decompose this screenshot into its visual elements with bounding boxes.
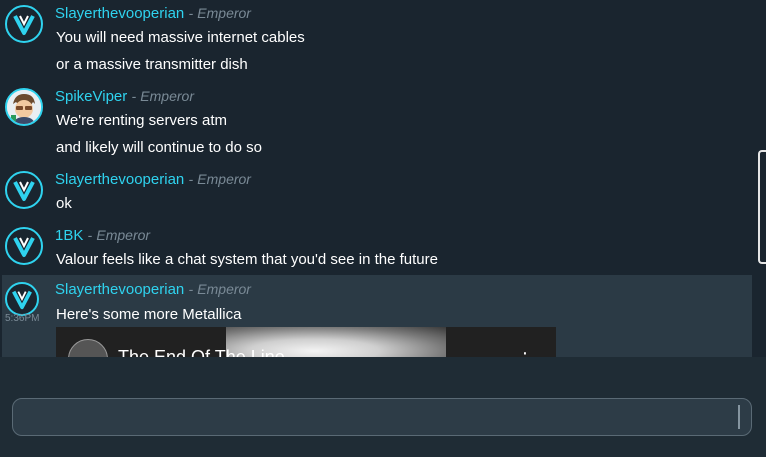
author-name[interactable]: 1BK [55,227,83,244]
message-header: Slayerthevooperian - Emperor [55,5,251,22]
valour-logo-icon[interactable] [5,5,43,43]
message-list: Slayerthevooperian - Emperor You will ne… [0,0,752,357]
author-name[interactable]: Slayerthevooperian [55,5,184,22]
youtube-embed[interactable]: The End Of The Line ⋮ [56,327,556,357]
valour-logo-icon[interactable] [5,171,43,209]
message-group: Slayerthevooperian - Emperor ok [0,166,752,220]
author-role: Emperor [197,171,251,187]
message-timestamp: 5:36PM [5,313,40,324]
message-text: and likely will continue to do so [56,139,262,156]
more-vertical-icon[interactable]: ⋮ [516,349,534,357]
side-panel-tab[interactable] [758,150,766,264]
message-composer [0,357,766,457]
spikeviper-avatar[interactable] [5,88,43,126]
author-role: Emperor [197,281,251,297]
author-name[interactable]: Slayerthevooperian [55,281,184,298]
role-separator: - [87,227,93,243]
message-group: Slayerthevooperian - Emperor You will ne… [0,0,752,80]
role-separator: - [188,171,194,187]
message-group: SpikeViper - Emperor We're renting serve… [0,83,752,163]
message-header: Slayerthevooperian - Emperor [55,171,251,188]
role-separator: - [131,88,137,104]
author-name[interactable]: Slayerthevooperian [55,171,184,188]
message-text: ok [56,195,72,212]
message-group: 1BK - Emperor Valour feels like a chat s… [0,222,752,276]
message-header: SpikeViper - Emperor [55,88,194,105]
message-text: We're renting servers atm [56,112,227,129]
message-text: You will need massive internet cables [56,29,305,46]
video-title[interactable]: The End Of The Line [118,347,285,357]
message-input[interactable] [12,398,752,436]
author-role: Emperor [140,88,194,104]
valour-logo-icon[interactable] [5,227,43,265]
role-separator: - [188,281,194,297]
author-role: Emperor [197,5,251,21]
message-text: or a massive transmitter dish [56,56,248,73]
author-role: Emperor [96,227,151,243]
message-header: Slayerthevooperian - Emperor [55,281,251,298]
message-group-hovered[interactable]: 5:36PM Slayerthevooperian - Emperor Here… [2,275,752,357]
role-separator: - [188,5,194,21]
message-text: Valour feels like a chat system that you… [56,251,438,268]
channel-avatar [68,339,108,357]
message-header: 1BK - Emperor [55,227,150,244]
message-text: Here's some more Metallica [56,306,242,323]
author-name[interactable]: SpikeViper [55,88,127,105]
valour-logo-icon[interactable] [5,282,39,316]
input-scrollbar [738,405,740,429]
